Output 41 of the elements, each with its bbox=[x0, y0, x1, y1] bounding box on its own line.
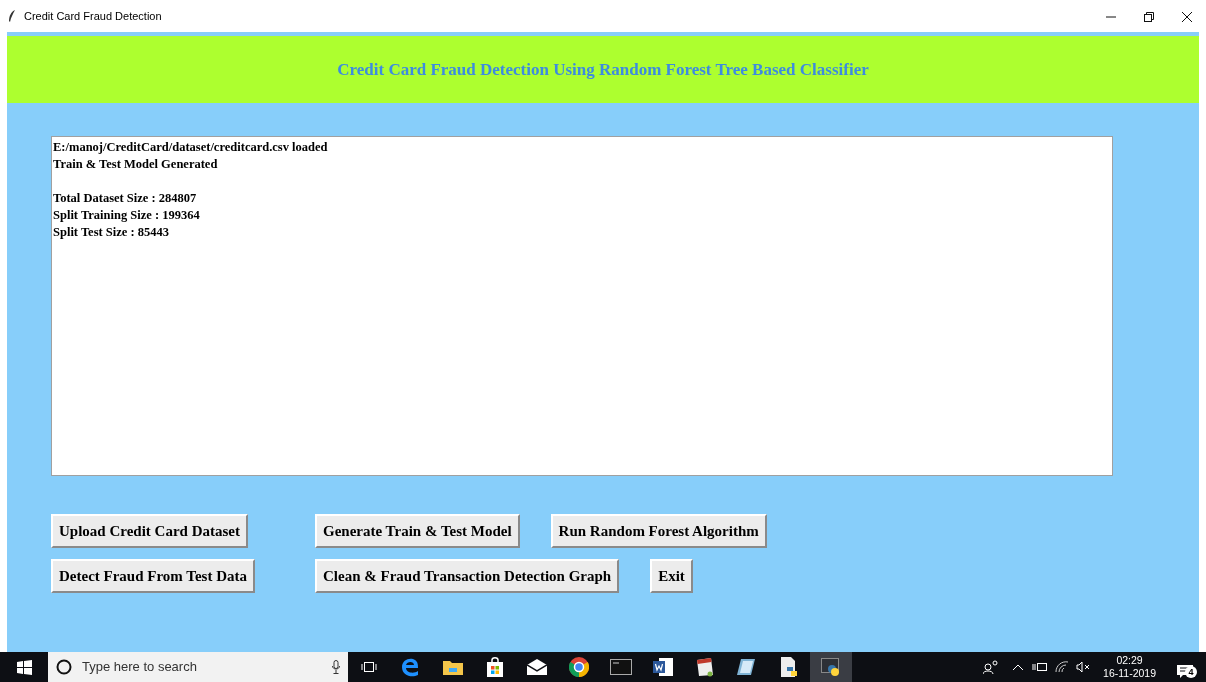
search-icon[interactable] bbox=[56, 659, 72, 675]
folder-icon[interactable] bbox=[443, 659, 463, 675]
search-bar[interactable]: Type here to search bbox=[48, 652, 348, 682]
terminal-icon[interactable] bbox=[610, 659, 632, 675]
clock-date[interactable]: 16-11-2019 bbox=[1103, 667, 1156, 680]
output-text-area[interactable]: E:/manoj/CreditCard/dataset/creditcard.csv loaded Train & Test Model Generated Total Dataset Size : 284807 Split Training Size : 199364 Split Test Size : 85443 bbox=[51, 136, 1113, 476]
output-line: Split Training Size : 199364 bbox=[53, 207, 200, 224]
action-button[interactable]: Generate Train & Test Model bbox=[315, 514, 520, 548]
notepad-icon[interactable] bbox=[695, 657, 715, 677]
task-view-icon[interactable] bbox=[361, 661, 377, 673]
output-line: E:/manoj/CreditCard/dataset/creditcard.csv loaded bbox=[53, 139, 328, 156]
clock-time[interactable]: 02:29 bbox=[1103, 654, 1156, 667]
battery-plug-icon[interactable] bbox=[1032, 662, 1049, 672]
circle-logo-icon[interactable] bbox=[569, 657, 589, 677]
restore-icon[interactable] bbox=[1144, 11, 1154, 22]
windows-logo-icon[interactable] bbox=[16, 659, 32, 675]
output-line: Split Test Size : 85443 bbox=[53, 224, 169, 241]
action-button[interactable]: Detect Fraud From Test Data bbox=[51, 559, 256, 593]
feather-icon bbox=[8, 10, 16, 22]
notification-count-badge: 4 bbox=[1185, 666, 1197, 678]
action-button[interactable]: Exit bbox=[650, 559, 693, 593]
app-heading: Credit Card Fraud Detection Using Random Forest Tree Based Classifier bbox=[337, 58, 869, 81]
e-letter-icon[interactable] bbox=[401, 657, 421, 677]
python-window-icon[interactable] bbox=[821, 657, 841, 677]
close-icon[interactable] bbox=[1182, 11, 1192, 22]
window-title: Credit Card Fraud Detection bbox=[24, 8, 162, 24]
search-field[interactable]: Type here to search bbox=[80, 656, 300, 678]
output-line: Total Dataset Size : 284807 bbox=[53, 190, 197, 207]
people-icon[interactable] bbox=[983, 660, 1000, 674]
microphone-icon[interactable] bbox=[332, 660, 340, 674]
chevron-up-icon[interactable] bbox=[1013, 664, 1024, 670]
action-button[interactable]: Clean & Fraud Transaction Detection Graph bbox=[315, 559, 620, 593]
action-button[interactable]: Upload Credit Card Dataset bbox=[51, 514, 248, 548]
notebook-icon[interactable] bbox=[737, 657, 757, 677]
python-file-icon[interactable] bbox=[779, 657, 799, 677]
shopping-bag-icon[interactable] bbox=[486, 657, 504, 677]
action-button[interactable]: Run Random Forest Algorithm bbox=[550, 514, 767, 548]
wifi-icon[interactable] bbox=[1055, 661, 1070, 673]
envelope-icon[interactable] bbox=[527, 659, 547, 675]
document-icon[interactable] bbox=[653, 657, 673, 677]
output-line: Train & Test Model Generated bbox=[53, 156, 218, 173]
